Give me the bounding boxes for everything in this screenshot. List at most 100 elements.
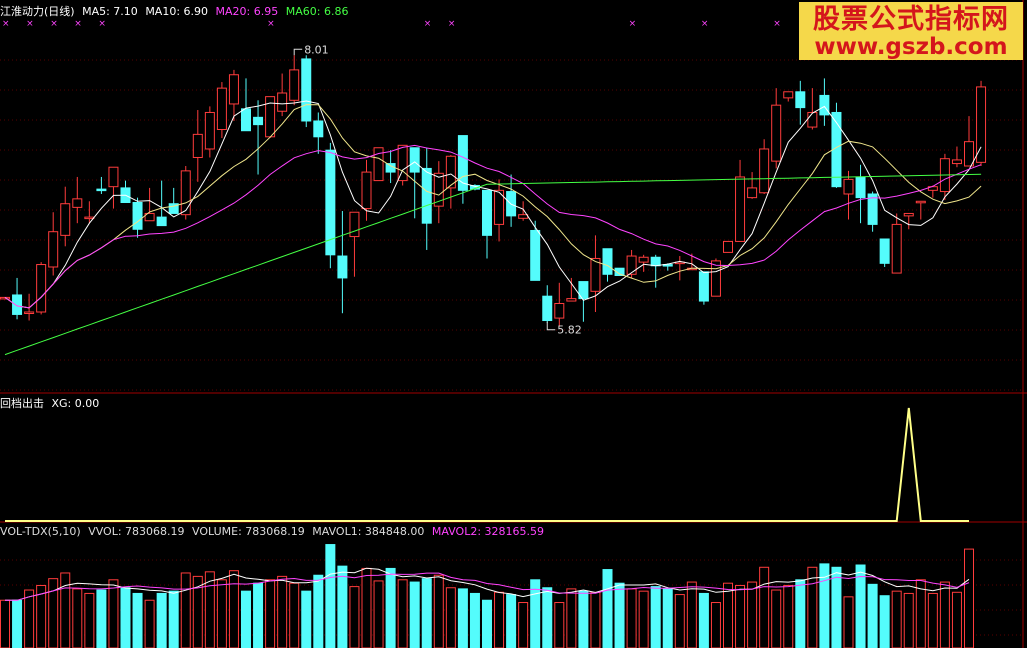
candle-body xyxy=(855,176,866,199)
signal-marker: × xyxy=(267,19,275,29)
candle-body xyxy=(361,171,372,210)
chart-canvas: ×××××××××××× 8.015.82 xyxy=(0,0,1027,648)
volume-bar xyxy=(542,587,553,648)
vol-tdx-label: VOL-TDX(5,10) xyxy=(0,525,81,538)
volume-bar xyxy=(180,572,191,648)
stock-name: 江淮动力(日线) xyxy=(0,5,75,18)
low-pointer xyxy=(546,321,556,331)
volume-bar xyxy=(144,599,155,648)
volume-bar xyxy=(373,580,384,648)
volume-bar xyxy=(469,592,480,648)
main-panel-header: 江淮动力(日线) MA5: 7.10 MA10: 6.90 MA20: 6.95… xyxy=(0,5,352,18)
signal-marker: × xyxy=(50,19,58,29)
volume-bar xyxy=(614,582,625,648)
candle-body xyxy=(36,264,47,313)
candle-body xyxy=(626,255,637,275)
volume-bar xyxy=(313,574,324,648)
candle-body xyxy=(843,178,854,195)
candle-body xyxy=(409,147,420,173)
volume-bar xyxy=(253,582,264,648)
candle-body xyxy=(710,260,721,297)
candle-body xyxy=(554,302,565,319)
volume-bar xyxy=(939,581,950,648)
mavol1-label: MAVOL1: 384848.00 xyxy=(312,525,425,538)
volume-bar xyxy=(349,586,360,648)
signal-marker: × xyxy=(448,19,456,29)
volume-bar xyxy=(759,566,770,648)
volume-bar xyxy=(72,588,83,648)
candle-body xyxy=(277,92,288,112)
candle-body xyxy=(349,211,360,238)
volume-bar xyxy=(843,596,854,648)
candle-body xyxy=(638,256,649,263)
candle-body xyxy=(650,256,661,267)
volume-bar xyxy=(650,586,661,648)
candle-body xyxy=(397,144,408,182)
volume-bar xyxy=(84,592,95,648)
volume-bar xyxy=(216,579,227,648)
low-label: 5.82 xyxy=(557,324,582,337)
candle-body xyxy=(879,238,890,264)
volume-bar xyxy=(24,589,35,648)
volume-bar xyxy=(361,567,372,648)
candle-body xyxy=(590,257,601,292)
volume-bar xyxy=(578,590,589,648)
volume-bar xyxy=(457,588,468,648)
volume-bar xyxy=(482,599,492,648)
ma10-label: MA10: 6.90 xyxy=(145,5,209,18)
volume-bar xyxy=(903,592,914,648)
volume-bar xyxy=(771,589,782,648)
volume-bar xyxy=(409,581,420,648)
high-label: 8.01 xyxy=(304,43,329,56)
volume-bar xyxy=(735,584,746,648)
volume-bar xyxy=(132,592,143,648)
candle-body xyxy=(253,116,264,126)
candle-body xyxy=(84,216,95,220)
candle-body xyxy=(903,212,914,217)
xg-line xyxy=(5,407,969,522)
indicator-panel-header: 回档出击 XG: 0.00 xyxy=(0,397,103,410)
volume-bar xyxy=(385,567,396,648)
ma5-label: MA5: 7.10 xyxy=(82,5,138,18)
volume-bar xyxy=(96,589,107,648)
volume-bar xyxy=(204,571,215,648)
watermark-text: 股票公式指标网 xyxy=(813,4,1009,35)
volume-bar xyxy=(662,588,673,648)
candle-body xyxy=(819,94,830,116)
candle-body xyxy=(228,74,239,105)
candle-body xyxy=(759,148,770,194)
ma60-label: MA60: 6.86 xyxy=(285,5,349,18)
candle-body xyxy=(180,170,191,216)
volume-bar xyxy=(831,566,842,648)
candle-body xyxy=(891,223,902,274)
candle-body xyxy=(60,203,71,236)
candle-body xyxy=(72,198,83,208)
candle-body xyxy=(313,120,324,138)
volume-bar xyxy=(421,578,432,648)
volume-bar xyxy=(686,581,697,648)
volume-bar xyxy=(879,595,890,648)
candle-body xyxy=(951,159,962,165)
signal-marker: × xyxy=(98,19,106,29)
volume-bar xyxy=(964,548,974,648)
candle-body xyxy=(421,167,432,224)
volume-bar xyxy=(807,566,818,648)
signal-marker: × xyxy=(773,19,781,29)
mavol2-label: MAVOL2: 328165.59 xyxy=(431,525,545,538)
volume-bar xyxy=(638,590,649,648)
volume-bar xyxy=(228,570,239,648)
candle-body xyxy=(964,141,974,167)
candle-body xyxy=(108,166,119,188)
volume-bar xyxy=(927,592,938,648)
candle-body xyxy=(48,231,59,268)
volume-bar xyxy=(120,587,131,648)
volume-bar xyxy=(168,590,179,648)
candle-body xyxy=(735,176,746,242)
volume-bar xyxy=(0,599,10,648)
signal-marker: × xyxy=(701,19,709,29)
candle-body xyxy=(795,91,806,109)
volume-bar xyxy=(325,544,336,648)
volume-bar xyxy=(951,591,962,648)
volume-bar xyxy=(156,592,167,648)
candle-body xyxy=(542,295,553,322)
